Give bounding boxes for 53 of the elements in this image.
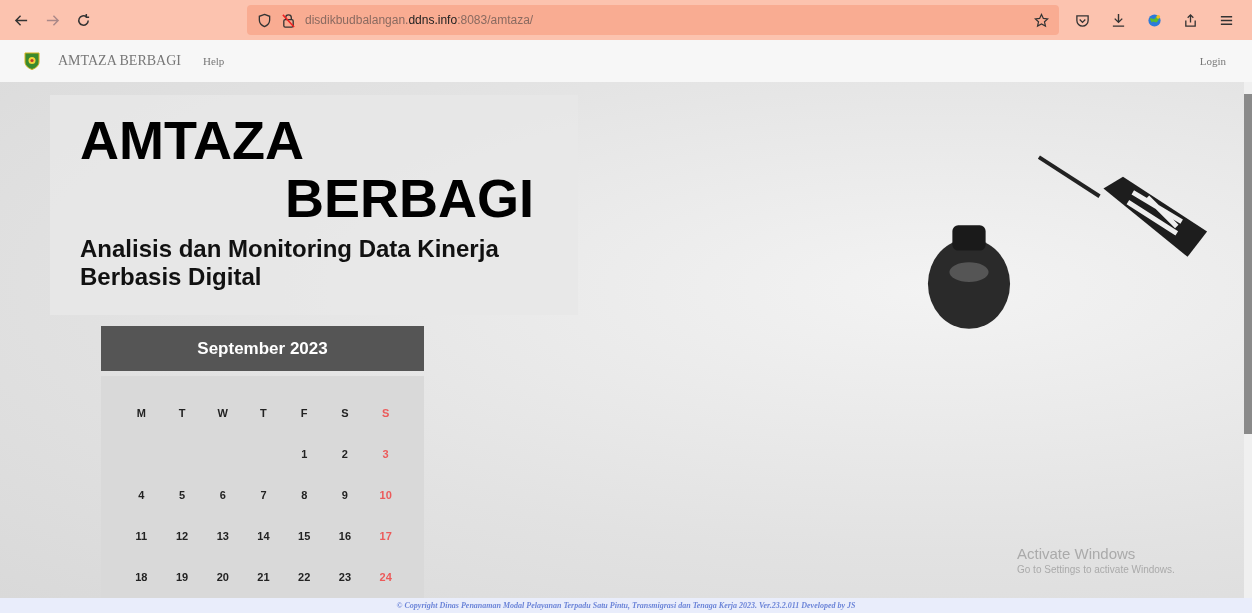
star-icon[interactable] (1034, 12, 1049, 28)
login-link[interactable]: Login (1199, 55, 1226, 67)
brand-link[interactable]: AMTAZA BERBAGI (58, 53, 181, 69)
scrollbar[interactable] (1244, 82, 1252, 598)
address-text: disdikbudbalangan.ddns.info:8083/amtaza/ (305, 13, 535, 27)
weekday-label: M (135, 405, 147, 420)
weekday-label: S (340, 405, 350, 420)
weekday-label: S (380, 405, 391, 420)
calendar-day: 7 (252, 487, 275, 502)
calendar-month-header: September 2023 (101, 326, 424, 371)
insecure-lock-icon (281, 12, 296, 28)
calendar-day: 4 (130, 487, 153, 502)
hero-title: BERBAGI (285, 169, 534, 227)
calendar-day: 6 (211, 487, 234, 502)
hero-subtitle: Analisis dan Monitoring Data Kinerja Berbasis Digital (80, 235, 500, 291)
calendar-day: 23 (333, 569, 356, 584)
calendar-day: 14 (252, 528, 275, 543)
footer-copyright: © Copyright Dinas Penanaman Modal Pelayanan Terpadu Satu Pintu, Transmigrasi dan Tenaga Kerja 2023. Ver.23.2.011 Developed by JS (396, 601, 856, 610)
calendar-day: 24 (374, 569, 397, 584)
calendar-day: 3 (374, 446, 397, 461)
reload-icon[interactable] (76, 12, 91, 28)
weekday-label: W (216, 405, 229, 420)
calendar-day: 22 (293, 569, 316, 584)
weekday-label: F (299, 405, 309, 420)
calendar-day: 19 (171, 569, 194, 584)
weekday-label: T (259, 405, 268, 420)
calendar-day: 17 (374, 528, 397, 543)
calendar-day: 5 (171, 487, 194, 502)
calendar-day: 15 (293, 528, 316, 543)
calendar-day: 9 (333, 487, 356, 502)
download-icon[interactable] (1111, 12, 1126, 28)
calendar-day: 21 (252, 569, 275, 584)
calendar-day: 20 (211, 569, 234, 584)
pocket-icon[interactable] (1075, 12, 1090, 28)
shield-icon (257, 12, 272, 28)
share-icon[interactable] (1183, 12, 1198, 28)
calendar-day: 2 (333, 446, 356, 461)
nav-link[interactable]: Help (202, 55, 225, 67)
calendar-day: 1 (293, 446, 316, 461)
hero-title: AMTAZA (80, 111, 304, 169)
calendar-day: 8 (293, 487, 316, 502)
calendar-day: 16 (333, 528, 356, 543)
calendar-day: 12 (171, 528, 194, 543)
emblem-icon[interactable] (24, 52, 40, 70)
calendar-day: 10 (374, 487, 397, 502)
calendar-day: 11 (130, 528, 153, 543)
activation-notice-title: Activate Windows (1017, 545, 1137, 562)
scrollbar-thumb[interactable] (1244, 94, 1252, 434)
address-bar[interactable]: disdikbudbalangan.ddns.info:8083/amtaza/ (247, 5, 1059, 35)
weekday-label: T (177, 405, 187, 420)
calendar-day: 18 (130, 569, 153, 584)
globe-icon[interactable] (1147, 12, 1162, 28)
calendar-day: 13 (211, 528, 234, 543)
